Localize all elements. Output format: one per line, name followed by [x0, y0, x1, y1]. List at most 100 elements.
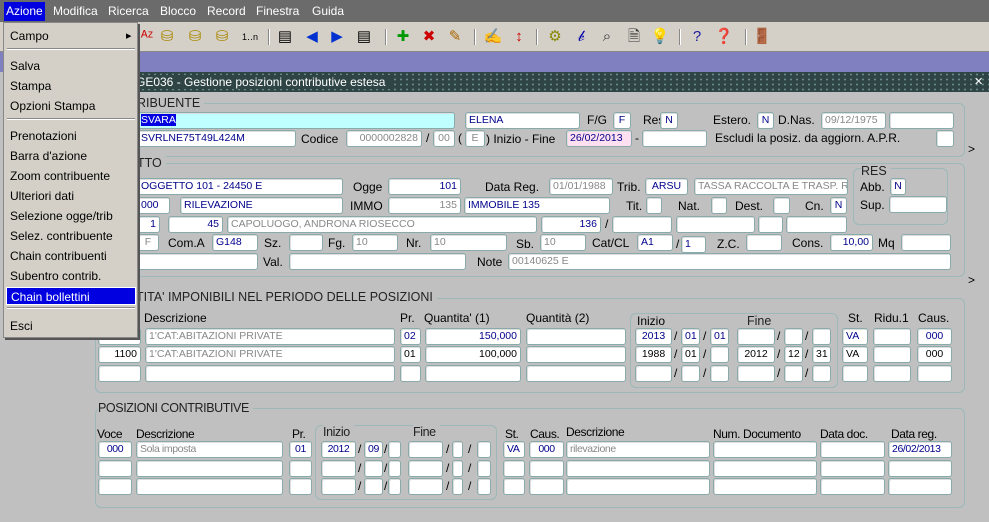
arrow-right-icon[interactable]: ▶	[326, 27, 348, 47]
sb-field[interactable]: 10	[540, 234, 586, 251]
quantita-q1-cell[interactable]	[425, 365, 521, 382]
posizioni-descr2-cell[interactable]: rilevazione	[566, 441, 710, 458]
quantita-pr-cell[interactable]: 01	[400, 346, 421, 363]
edit-icon[interactable]: ✍	[482, 27, 504, 47]
posizioni-num-cell[interactable]	[713, 478, 817, 495]
menu-item-subentro-contrib-[interactable]: Subentro contrib.	[6, 267, 136, 285]
menu-modifica[interactable]: Modifica	[53, 4, 98, 18]
posizioni-datadoc-cell[interactable]	[820, 460, 885, 477]
posizioni-caus-cell[interactable]	[529, 460, 564, 477]
posizioni-pr-cell[interactable]: 01	[289, 441, 312, 458]
quantita-fm-cell[interactable]: 12	[784, 346, 803, 363]
help-context-icon[interactable]: ❓	[713, 27, 735, 47]
resid-field[interactable]: N	[660, 112, 678, 129]
menu-item-campo[interactable]: Campo	[6, 27, 136, 45]
posizioni-caus-cell[interactable]: 000	[529, 441, 564, 458]
escludi-checkbox[interactable]	[936, 130, 954, 147]
quantita-descr-cell[interactable]	[145, 365, 395, 382]
menu-item-stampa[interactable]: Stampa	[6, 77, 136, 95]
posizioni-im-cell[interactable]	[364, 460, 383, 477]
tit-field[interactable]	[646, 197, 662, 214]
quantita-st-cell[interactable]: VA	[842, 346, 868, 363]
field[interactable]	[137, 253, 258, 270]
indirizzo-field[interactable]: CAPOLUOGO, ANDRONA RIOSECCO	[227, 216, 537, 233]
posizioni-fy-cell[interactable]	[408, 460, 443, 477]
menu-record[interactable]: Record	[207, 4, 246, 18]
menu-azione[interactable]: Azione	[4, 2, 45, 21]
quantita-q2-cell[interactable]	[526, 328, 626, 345]
posizioni-num-cell[interactable]	[713, 441, 817, 458]
add-record-icon[interactable]: ✚	[392, 27, 414, 47]
quantita-pr-cell[interactable]: 02	[400, 328, 421, 345]
posizioni-fd-cell[interactable]	[477, 478, 491, 495]
posizioni-descr-cell[interactable]: Sola imposta	[136, 441, 283, 458]
posizioni-id-cell[interactable]	[388, 478, 401, 495]
quantita-ridu-cell[interactable]	[873, 328, 911, 345]
posizioni-fd-cell[interactable]	[477, 441, 491, 458]
sort-icon[interactable]: ↕	[508, 27, 530, 47]
quantita-iy-cell[interactable]	[635, 365, 672, 382]
cod-descr-field[interactable]: RILEVAZIONE	[180, 197, 343, 214]
mq-field[interactable]	[901, 234, 951, 251]
posizioni-fd-cell[interactable]	[477, 460, 491, 477]
cat-field[interactable]: A1	[637, 234, 673, 251]
posizioni-descr2-cell[interactable]	[566, 460, 710, 477]
quantita-voce-cell[interactable]: 1100	[98, 346, 141, 363]
menu-finestra[interactable]: Finestra	[256, 4, 299, 18]
quantita-im-cell[interactable]: 01	[681, 346, 700, 363]
quantita-q1-cell[interactable]: 100,000	[425, 346, 521, 363]
posizioni-voce-cell[interactable]	[98, 460, 132, 477]
quantita-q2-cell[interactable]	[526, 346, 626, 363]
posizioni-im-cell[interactable]: 09	[364, 441, 383, 458]
immo-descr-field[interactable]: IMMOBILE 135	[464, 197, 610, 214]
oggetto-descr-field[interactable]: OGGETTO 101 - 24450 E	[137, 178, 343, 195]
quantita-fm-cell[interactable]	[784, 328, 803, 345]
posizioni-caus-cell[interactable]	[529, 478, 564, 495]
f-field[interactable]: F	[137, 234, 159, 251]
record-next-block-icon[interactable]: ▤	[353, 27, 375, 47]
nome-field[interactable]: ELENA	[465, 112, 580, 129]
menu-item-chain-contribuenti[interactable]: Chain contribuenti	[6, 247, 136, 265]
quantita-caus-cell[interactable]	[917, 365, 952, 382]
posizioni-datadoc-cell[interactable]	[820, 478, 885, 495]
posizioni-descr2-cell[interactable]	[566, 478, 710, 495]
posizioni-datadoc-cell[interactable]	[820, 441, 885, 458]
db-delete-icon[interactable]: ⛁	[211, 27, 233, 47]
posizioni-st-cell[interactable]: VA	[503, 441, 525, 458]
quantita-fy-cell[interactable]: 2012	[737, 346, 775, 363]
cognome-field[interactable]: SVARA	[137, 112, 455, 129]
posizioni-voce-cell[interactable]	[98, 478, 132, 495]
db-down-icon[interactable]: ⛁	[184, 27, 206, 47]
posizioni-id-cell[interactable]	[388, 441, 401, 458]
field[interactable]	[758, 216, 783, 233]
quantita-im-cell[interactable]: 01	[681, 328, 700, 345]
dest-field[interactable]	[773, 197, 790, 214]
posizioni-st-cell[interactable]	[503, 478, 525, 495]
posizioni-st-cell[interactable]	[503, 460, 525, 477]
quantita-caus-cell[interactable]: 000	[917, 346, 952, 363]
delete-record-icon[interactable]: ✖	[418, 27, 440, 47]
menu-blocco[interactable]: Blocco	[160, 4, 196, 18]
n1-field[interactable]: 1	[137, 216, 160, 233]
quantita-q1-cell[interactable]: 150,000	[425, 328, 521, 345]
extra-field[interactable]	[889, 112, 954, 129]
ogge-field[interactable]: 101	[388, 178, 461, 195]
quantita-fd-cell[interactable]	[812, 365, 831, 382]
cons-field[interactable]: 10,00	[830, 234, 873, 251]
tipo-field[interactable]: E	[465, 130, 485, 147]
posizioni-im-cell[interactable]	[364, 478, 383, 495]
menu-item-barra-d-azione[interactable]: Barra d'azione	[6, 147, 136, 165]
menu-item-salva[interactable]: Salva	[6, 57, 136, 75]
sup-field[interactable]	[889, 196, 947, 213]
quantita-im-cell[interactable]	[681, 365, 700, 382]
posizioni-num-cell[interactable]	[713, 460, 817, 477]
cl-field[interactable]: 1	[681, 236, 706, 253]
exit-door-icon[interactable]: 🚪	[751, 27, 773, 47]
posizioni-datareg-cell[interactable]: 26/02/2013	[888, 441, 952, 458]
db-up-icon[interactable]: ⛁	[156, 27, 178, 47]
menu-ricerca[interactable]: Ricerca	[108, 4, 149, 18]
val-field[interactable]	[289, 253, 466, 270]
codice2-field[interactable]: 00	[433, 130, 455, 147]
menu-item-selez-contribuente[interactable]: Selez. contribuente	[6, 227, 136, 245]
zoom-query-icon[interactable]: ⌕	[596, 27, 618, 47]
